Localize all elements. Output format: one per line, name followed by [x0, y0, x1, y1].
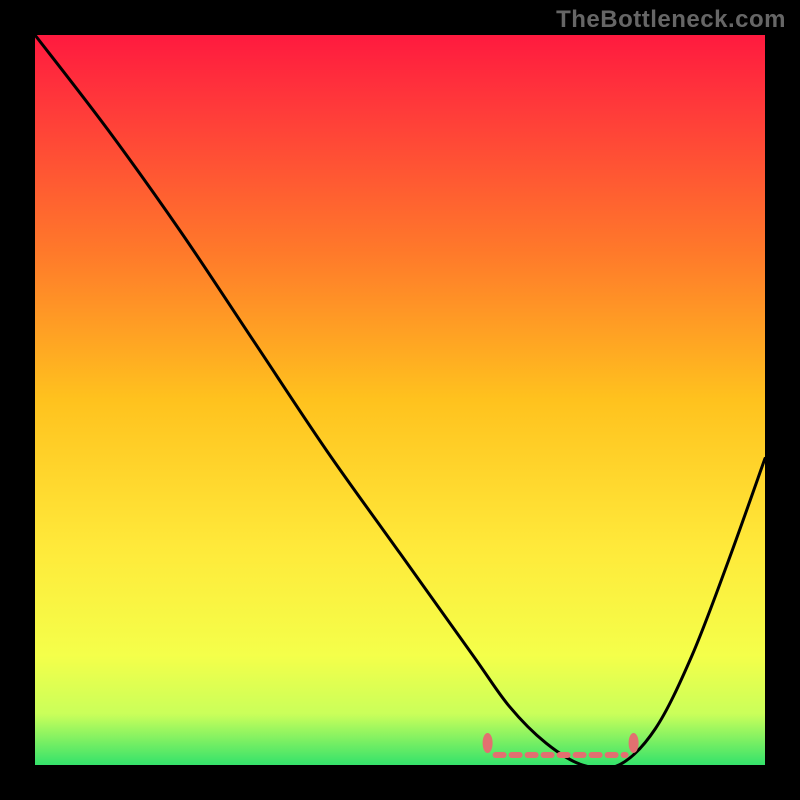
- optimal-marker-left: [483, 733, 493, 753]
- chart-svg: [0, 0, 800, 800]
- watermark-text: TheBottleneck.com: [556, 6, 786, 34]
- optimal-marker-right: [629, 733, 639, 753]
- plot-background: [35, 35, 765, 765]
- bottleneck-chart: TheBottleneck.com: [0, 0, 800, 800]
